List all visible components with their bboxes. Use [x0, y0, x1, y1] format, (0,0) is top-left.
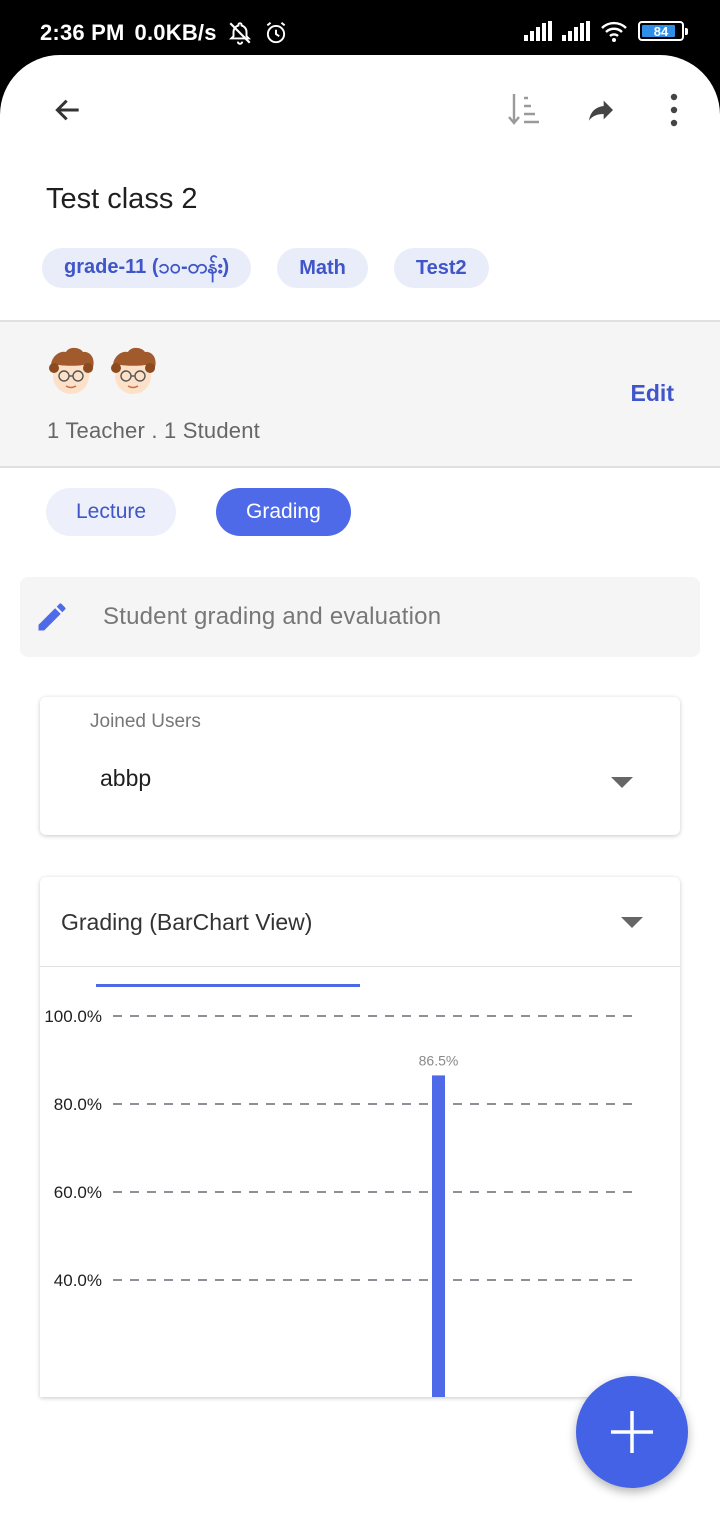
alarm-icon: [266, 21, 285, 44]
y-tick-label: 100.0%: [44, 1007, 102, 1026]
back-button[interactable]: [48, 90, 88, 130]
sort-button[interactable]: [504, 90, 544, 130]
tag-chip[interactable]: Math: [277, 248, 368, 288]
signal-icon: [562, 21, 590, 41]
joined-users-value: abbp: [100, 765, 152, 791]
tag-chip[interactable]: grade-11 (၁၀-တန်း): [42, 248, 252, 288]
pencil-icon: [38, 603, 66, 631]
more-vert-icon: [670, 93, 678, 127]
more-options-button[interactable]: [654, 90, 694, 130]
chart-view-dropdown[interactable]: Grading (BarChart View): [40, 877, 680, 967]
status-bar: 2:36 PM 0.0KB/s 84: [0, 0, 720, 62]
avatar[interactable]: [108, 346, 158, 400]
add-button[interactable]: [576, 1376, 688, 1488]
screen: Test class 2 grade-11 (၁၀-တန်း) Math Tes…: [0, 55, 720, 1520]
joined-users-dropdown[interactable]: Joined Users abbp: [40, 697, 680, 835]
plus-icon: [611, 1411, 653, 1453]
battery-level: 84: [653, 23, 669, 39]
signal-icon: [524, 21, 552, 41]
joined-users-label: Joined Users: [90, 711, 201, 732]
y-tick-label: 80.0%: [54, 1095, 102, 1114]
mute-icon: [228, 22, 251, 45]
sort-icon: [508, 94, 539, 125]
chart-bar: [432, 1075, 445, 1397]
avatar-group: [46, 346, 158, 400]
status-left: 2:36 PM 0.0KB/s: [40, 20, 289, 46]
chart-legend-line: [96, 984, 360, 987]
tag-list: grade-11 (၁၀-တန်း) Math Test2: [42, 248, 489, 288]
members-count: 1 Teacher . 1 Student: [47, 418, 260, 443]
tab-grading[interactable]: Grading: [216, 488, 351, 536]
members-section: 1 Teacher . 1 Student Edit: [0, 320, 720, 468]
grading-bar-chart: 100.0% 80.0% 60.0% 40.0% 86.5%: [44, 984, 636, 1397]
description-bar[interactable]: Student grading and evaluation: [20, 577, 700, 657]
share-button[interactable]: [581, 90, 621, 130]
status-speed: 0.0KB/s: [134, 20, 217, 45]
description-text: Student grading and evaluation: [103, 603, 442, 630]
y-tick-label: 40.0%: [54, 1271, 102, 1290]
grading-chart-card: Grading (BarChart View) 100.0% 80.0% 60.0%…: [40, 877, 680, 1397]
y-tick-label: 60.0%: [54, 1183, 102, 1202]
edit-members-button[interactable]: Edit: [631, 380, 674, 407]
class-title: Test class 2: [46, 183, 198, 215]
back-arrow-icon: [55, 99, 79, 121]
chart-view-value: Grading (BarChart View): [61, 909, 313, 935]
chevron-down-icon: [621, 917, 643, 928]
tab-bar: Lecture Grading: [46, 488, 351, 536]
share-icon: [589, 100, 613, 121]
chevron-down-icon: [611, 777, 633, 788]
avatar[interactable]: [46, 346, 96, 400]
tag-chip[interactable]: Test2: [393, 248, 489, 288]
status-time: 2:36 PM: [40, 20, 125, 45]
battery-icon: 84: [638, 21, 688, 41]
wifi-icon: [601, 21, 627, 42]
status-right: 84: [524, 20, 688, 42]
bar-value-label: 86.5%: [419, 1052, 459, 1068]
tab-lecture[interactable]: Lecture: [46, 488, 177, 536]
